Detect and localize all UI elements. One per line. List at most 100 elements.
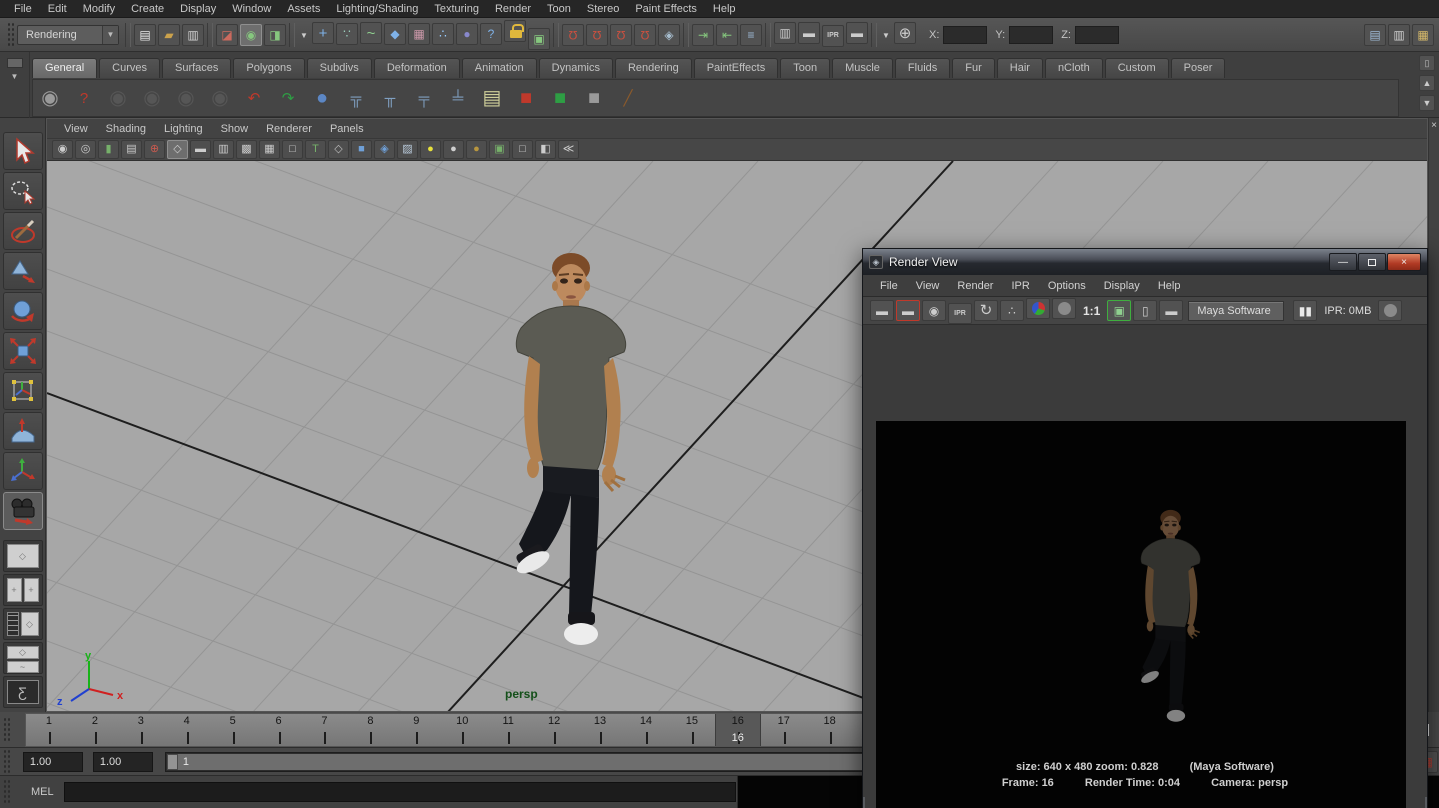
mask-deformers-icon[interactable]: ▦ [408,23,430,45]
menu-stereo[interactable]: Stereo [579,1,627,17]
highlight-selection-icon[interactable]: ▣ [489,140,510,159]
panel-menu-shading[interactable]: Shading [97,121,155,137]
ipr-progress-icon[interactable] [1378,300,1402,321]
mask-curves-icon[interactable]: ~ [360,22,382,44]
layout-outliner-persp-icon[interactable]: ◇ [3,608,43,640]
mask-dropdown-icon[interactable]: ▼ [298,25,310,47]
rotate-tool[interactable] [3,292,43,330]
shelf-tab-toon[interactable]: Toon [780,58,830,78]
render-settings-icon[interactable]: ▣ [1107,300,1131,321]
node-graph-icon-1[interactable]: ╦ [340,82,372,114]
timeline-frame-13[interactable]: 13 [577,714,623,746]
render-view-titlebar[interactable]: ◈ Render View — × [863,249,1427,275]
all-lights-icon[interactable]: ● [443,140,464,159]
no-lights-icon[interactable]: ● [466,140,487,159]
render-view-menu-view[interactable]: View [907,278,949,294]
symmetry-dropdown-icon[interactable]: ▼ [880,25,892,47]
wireframe-icon[interactable]: ◇ [328,140,349,159]
snap-to-curve-icon[interactable]: Ω [586,24,608,46]
shelf-tab-general[interactable]: General [32,58,97,78]
panel-menu-renderer[interactable]: Renderer [257,121,321,137]
soft-modification-tool[interactable] [3,412,43,450]
group-object-icon[interactable]: ■ [578,82,610,114]
rendered-image[interactable] [876,421,1406,808]
snap-to-grid-icon[interactable]: Ω [562,24,584,46]
shelf-tab-deformation[interactable]: Deformation [374,58,460,78]
range-start-handle[interactable] [167,754,178,770]
shelf-tab-muscle[interactable]: Muscle [832,58,893,78]
y-input[interactable] [1009,26,1053,44]
channel-box-toggle-icon[interactable]: ▦ [1412,24,1434,46]
playback-range-bar[interactable]: 1 24 [167,754,969,770]
refresh-ipr-icon[interactable]: ↻ [974,300,998,321]
help-icon[interactable]: ? [68,82,100,114]
make-live-icon[interactable]: ◈ [658,24,680,46]
menu-lighting-shading[interactable]: Lighting/Shading [328,1,426,17]
keep-image-icon[interactable]: ▬ [1159,300,1183,321]
bookmark-icon[interactable]: ▮ [98,140,119,159]
open-render-view-icon[interactable]: ▥ [774,22,796,44]
menu-paint-effects[interactable]: Paint Effects [627,1,705,17]
mask-rendering-icon[interactable]: ● [456,23,478,45]
scale-tool[interactable] [3,332,43,370]
lasso-tool[interactable] [3,172,43,210]
menu-render[interactable]: Render [487,1,539,17]
rgb-channels-icon[interactable] [1026,298,1050,319]
shelf-menu-button[interactable] [7,58,23,68]
image-plane-icon[interactable]: ▤ [121,140,142,159]
render-settings-icon[interactable]: ▬ [846,22,868,44]
timeline-frame-1[interactable]: 1 [26,714,72,746]
menu-assets[interactable]: Assets [279,1,328,17]
open-scene-icon[interactable]: ▰ [158,24,180,46]
timeline-frame-5[interactable]: 5 [210,714,256,746]
show-render-view-icon[interactable]: ◉ [34,82,66,114]
shelf-tab-surfaces[interactable]: Surfaces [162,58,231,78]
layout-dragon-icon[interactable]: Ƹ [3,676,43,708]
shelf-tab-painteffects[interactable]: PaintEffects [694,58,779,78]
construction-history-icon[interactable]: ≡ [740,24,762,46]
mask-surfaces-icon[interactable]: ◆ [384,23,406,45]
timeline-frame-16[interactable]: 1616 [715,714,761,746]
isolate-select-icon[interactable]: □ [512,140,533,159]
alpha-channel-icon[interactable] [1052,298,1076,319]
menu-set-selector[interactable]: Rendering ▼ [17,25,119,45]
menu-help[interactable]: Help [705,1,744,17]
shelf-menu[interactable]: ▼ [0,52,30,118]
timeline-frame-3[interactable]: 3 [118,714,164,746]
delete-unused-icon[interactable]: ● [306,82,338,114]
layout-single-pane-icon[interactable]: ◇ [3,540,43,572]
timeline-frame-17[interactable]: 17 [761,714,807,746]
timeline-frame-10[interactable]: 10 [439,714,485,746]
menu-create[interactable]: Create [123,1,172,17]
shelf-scroll-up-icon[interactable]: ▲ [1419,75,1435,91]
timeline-frame-4[interactable]: 4 [164,714,210,746]
animation-start-field[interactable] [23,752,83,772]
track-camera-icon[interactable]: ◉ [170,82,202,114]
wireframe-on-shaded-icon[interactable]: ◈ [374,140,395,159]
smooth-shade-icon[interactable]: ■ [351,140,372,159]
shelf-tab-polygons[interactable]: Polygons [233,58,304,78]
dolly-camera-icon[interactable]: ◉ [204,82,236,114]
shelf-tab-ncloth[interactable]: nCloth [1045,58,1103,78]
hypergraph-icon[interactable]: ▤ [476,82,508,114]
remove-image-icon[interactable]: ▯ [1133,300,1157,321]
region-render-icon[interactable]: ∴ [1000,300,1024,321]
ipr-render-icon[interactable]: IPR [948,303,972,324]
real-size-button[interactable]: 1:1 [1083,304,1100,318]
default-light-icon[interactable]: ● [420,140,441,159]
menu-window[interactable]: Window [224,1,279,17]
render-view-menu-file[interactable]: File [871,278,907,294]
timeline-frame-2[interactable]: 2 [72,714,118,746]
render-current-frame-icon[interactable]: ▬ [798,22,820,44]
shelf-tab-poser[interactable]: Poser [1171,58,1226,78]
menu-modify[interactable]: Modify [75,1,123,17]
film-gate-icon[interactable]: ▬ [190,140,211,159]
shelf-trash-icon[interactable]: ▯ [1419,55,1435,71]
shelf-scroll-down-icon[interactable]: ▼ [1419,95,1435,111]
two-d-pan-zoom-icon[interactable]: ⊕ [144,140,165,159]
timeline-frame-7[interactable]: 7 [302,714,348,746]
mask-points-icon[interactable]: + [312,22,334,44]
show-manipulator-tool[interactable] [3,452,43,490]
gate-mask-icon[interactable]: ▩ [236,140,257,159]
snap-to-point-icon[interactable]: Ω [610,24,632,46]
